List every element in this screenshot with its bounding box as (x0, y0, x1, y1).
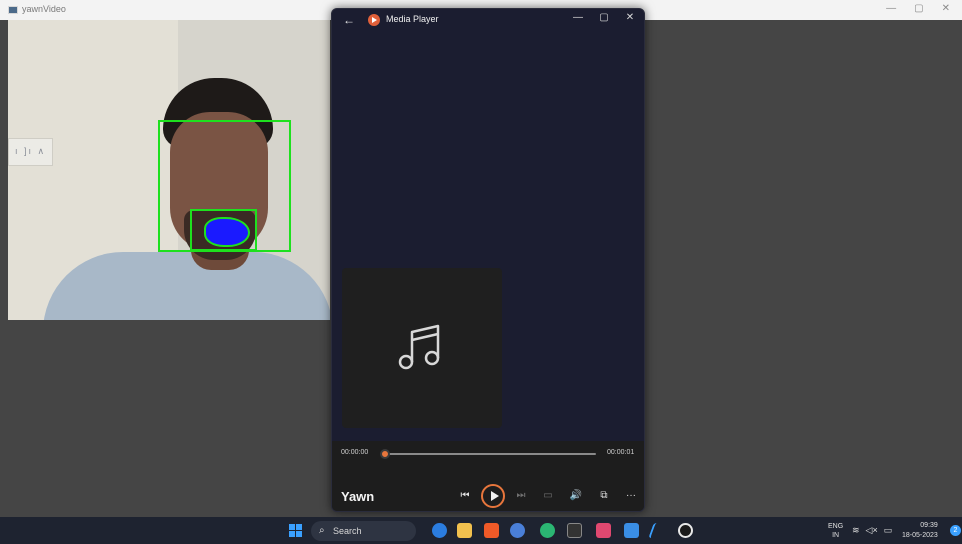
video-frame: ı ]ı ∧ (8, 20, 330, 320)
brave-browser-icon[interactable] (484, 523, 499, 538)
player-titlebar[interactable]: ← Media Player — ▢ ✕ (332, 9, 644, 31)
windows-logo-tile (289, 524, 295, 530)
app-circle-icon[interactable] (540, 523, 555, 538)
windows-logo-tile (296, 524, 302, 530)
file-explorer-icon[interactable] (457, 523, 472, 538)
bing-chat-icon[interactable] (432, 523, 447, 538)
minimize-button[interactable]: — (886, 3, 896, 14)
wall-switchboard: ı ]ı ∧ (8, 138, 53, 166)
total-time: 00:00:01 (607, 449, 635, 456)
player-controls-panel: 00:00:00 00:00:01 Yawn ⏮ ⏭ ▭ 🔊 ⧉ ··· (332, 441, 644, 511)
media-player-taskbar-icon[interactable] (678, 523, 693, 538)
next-button[interactable]: ⏭ (510, 485, 532, 507)
seek-thumb[interactable] (380, 449, 390, 459)
current-time: 00:00:00 (341, 449, 369, 456)
pen-app-icon[interactable] (648, 523, 660, 538)
search-placeholder: Search (333, 526, 362, 536)
seek-bar[interactable] (380, 449, 596, 459)
music-note-icon (398, 324, 440, 370)
mouth-contour (204, 217, 250, 247)
language-code: ENG (828, 523, 844, 530)
photos-icon[interactable] (624, 523, 639, 538)
wifi-icon[interactable]: ≋ (852, 525, 860, 536)
region-code: IN (832, 532, 840, 539)
windows-logo-tile (296, 531, 302, 537)
discord-icon[interactable] (510, 523, 525, 538)
system-tray: ≋ ◁× ▭ (852, 525, 892, 536)
terminal-icon[interactable] (567, 523, 582, 538)
language-indicator[interactable]: ENG IN (828, 522, 843, 540)
app-icon (8, 6, 18, 14)
taskbar: ⌕ Search ENG IN ≋ ◁× ▭ 09:39 18-05-2023 … (0, 517, 962, 544)
clock-date: 18-05-2023 (902, 532, 938, 539)
speaker-icon[interactable]: ◁× (866, 525, 878, 536)
clock[interactable]: 09:39 18-05-2023 (902, 521, 938, 541)
switchboard-marks: ı ]ı ∧ (15, 146, 47, 156)
battery-icon[interactable]: ▭ (884, 525, 893, 536)
settings-app-icon[interactable] (596, 523, 611, 538)
volume-button[interactable]: 🔊 (565, 485, 587, 507)
play-button[interactable] (481, 484, 505, 508)
close-button[interactable]: ✕ (622, 12, 638, 23)
previous-button[interactable]: ⏮ (454, 485, 476, 507)
back-arrow-icon[interactable]: ← (342, 13, 356, 27)
more-options-button[interactable]: ··· (620, 485, 642, 507)
close-button[interactable]: ✕ (942, 3, 950, 14)
album-art (342, 268, 502, 428)
person-shirt (43, 252, 330, 320)
media-player-logo-icon (368, 14, 380, 26)
minimize-button[interactable]: — (570, 12, 586, 23)
windows-logo-tile (289, 531, 295, 537)
media-player-window: ← Media Player — ▢ ✕ 00:00:00 00:00:01 Y… (331, 8, 645, 512)
notification-badge[interactable]: 2 (950, 525, 961, 536)
mini-player-button[interactable]: ⧉ (593, 485, 615, 507)
cast-button[interactable]: ▭ (537, 485, 559, 507)
maximize-button[interactable]: ▢ (914, 3, 923, 14)
window-controls: — ▢ ✕ (886, 3, 950, 14)
search-icon: ⌕ (319, 525, 325, 536)
taskbar-search[interactable]: ⌕ Search (311, 521, 416, 541)
song-title: Yawn (341, 489, 375, 504)
start-button[interactable] (289, 524, 302, 537)
window-title: yawnVideo (22, 4, 66, 14)
maximize-button[interactable]: ▢ (596, 12, 612, 23)
clock-time: 09:39 (920, 522, 938, 529)
player-title: Media Player (386, 14, 439, 24)
